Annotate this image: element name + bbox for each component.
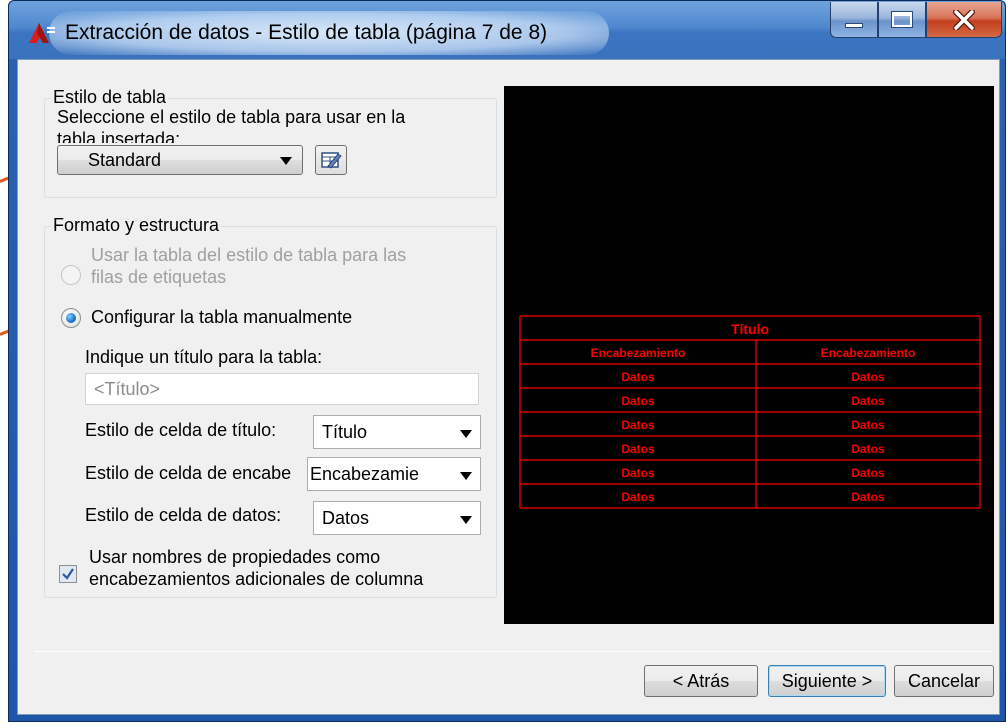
chevron-down-icon	[460, 472, 472, 480]
preview-data-cell: Datos	[851, 370, 885, 384]
header-cell-style-label: Estilo de celda de encabe	[85, 463, 292, 483]
preview-data-cell: Datos	[621, 394, 655, 408]
preview-data-cell: Datos	[851, 490, 885, 504]
use-table-style-label-line2: filas de etiquetas	[91, 267, 227, 287]
table-preview: Título Encabezamiento Encabezamiento Datos D…	[504, 86, 994, 624]
preview-data-cell: Datos	[621, 490, 655, 504]
title-bar[interactable]: Extracción de datos - Estilo de tabla (p…	[9, 1, 1005, 59]
header-cell-style-dropdown[interactable]: Encabezamie	[307, 457, 481, 491]
back-button[interactable]: < Atrás	[644, 665, 758, 697]
preview-data-cell: Datos	[621, 418, 655, 432]
table-style-dropdown[interactable]: Standard	[57, 145, 303, 175]
close-button[interactable]	[926, 2, 1002, 38]
preview-data-cell: Datos	[621, 442, 655, 456]
maximize-icon	[891, 11, 913, 28]
table-style-group: Estilo de tabla Seleccione el estilo de …	[44, 87, 497, 198]
title-cell-style-dropdown[interactable]: Título	[313, 415, 481, 449]
radio-use-table-style[interactable]	[61, 265, 81, 285]
preview-data-cell: Datos	[851, 394, 885, 408]
use-table-style-label-line1: Usar la tabla del estilo de tabla para l…	[91, 245, 407, 265]
preview-data-cell: Datos	[851, 466, 885, 480]
use-property-names-checkbox[interactable]	[59, 565, 77, 583]
table-style-description-line1: Seleccione el estilo de tabla para usar …	[57, 107, 406, 127]
preview-data-cell: Datos	[621, 466, 655, 480]
data-cell-style-label: Estilo de celda de datos:	[85, 505, 282, 525]
use-property-names-label-line1: Usar nombres de propiedades como	[89, 547, 381, 567]
use-property-names-label-line2: encabezamientos adicionales de columna	[89, 569, 424, 589]
footer-separator	[34, 651, 992, 652]
format-structure-group-title: Formato y estructura	[51, 215, 222, 236]
preview-data-cell: Datos	[851, 418, 885, 432]
checkmark-icon	[62, 568, 74, 580]
header-cell-style-value: Encabezamie	[310, 464, 420, 484]
preview-data-cell: Datos	[621, 370, 655, 384]
table-style-edit-icon	[321, 152, 342, 169]
table-title-input[interactable]: <Título>	[85, 373, 479, 405]
radio-configure-manually[interactable]	[61, 308, 81, 328]
table-style-group-title: Estilo de tabla	[51, 87, 169, 108]
next-button[interactable]: Siguiente >	[768, 665, 886, 697]
close-icon	[953, 9, 975, 30]
preview-header-cell: Encabezamiento	[821, 346, 916, 360]
chevron-down-icon	[460, 430, 472, 438]
configure-manually-label: Configurar la tabla manualmente	[91, 307, 353, 327]
chevron-down-icon	[280, 157, 292, 165]
table-title-prompt: Indique un título para la tabla:	[85, 347, 323, 367]
chevron-down-icon	[460, 516, 472, 524]
minimize-button[interactable]	[830, 2, 878, 38]
data-cell-style-value: Datos	[322, 508, 370, 528]
window-title: Extracción de datos - Estilo de tabla (p…	[65, 21, 548, 44]
preview-data-cell: Datos	[851, 442, 885, 456]
table-preview-drawing: Título Encabezamiento Encabezamiento Datos D…	[519, 315, 981, 509]
title-cell-style-value: Título	[322, 422, 368, 442]
format-structure-group: Formato y estructura Usar la tabla del e…	[44, 215, 497, 598]
table-style-description-line2: tabla insertada:	[57, 129, 181, 143]
table-style-dropdown-value: Standard	[88, 150, 162, 170]
cancel-button[interactable]: Cancelar	[894, 665, 994, 697]
autocad-app-icon	[29, 23, 55, 43]
data-cell-style-dropdown[interactable]: Datos	[313, 501, 481, 535]
maximize-button[interactable]	[878, 2, 926, 38]
table-style-edit-button[interactable]	[315, 145, 347, 175]
dialog-client-area: Estilo de tabla Seleccione el estilo de …	[17, 59, 1000, 715]
minimize-icon	[845, 23, 863, 28]
dialog-window: Extracción de datos - Estilo de tabla (p…	[8, 0, 1006, 722]
title-cell-style-label: Estilo de celda de título:	[85, 420, 277, 440]
preview-title-text: Título	[731, 321, 769, 337]
preview-header-cell: Encabezamiento	[591, 346, 686, 360]
